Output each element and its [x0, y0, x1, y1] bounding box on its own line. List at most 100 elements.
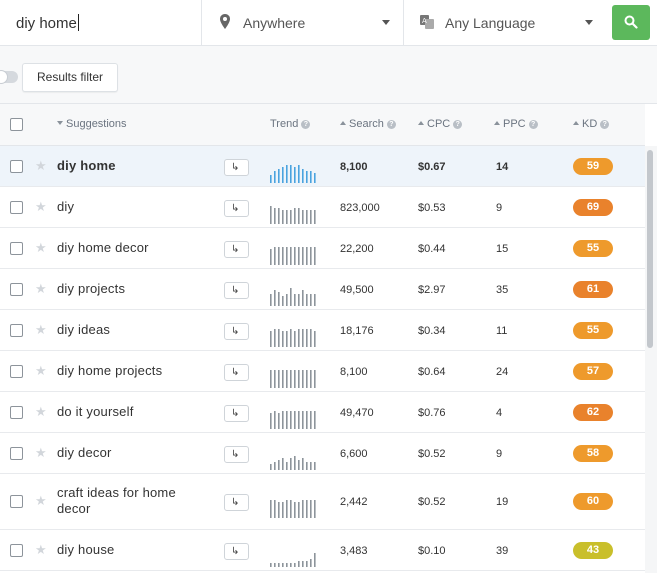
language-select[interactable]: A Any Language [405, 0, 605, 45]
trend-bar [270, 562, 272, 567]
use-keyword-button[interactable]: ↳ [224, 494, 249, 511]
question-icon: ? [301, 120, 311, 129]
use-keyword-button[interactable]: ↳ [224, 199, 249, 217]
star-icon[interactable]: ★ [35, 281, 47, 297]
trend-bar [278, 168, 280, 183]
table-row[interactable]: ★ craft ideas for home decor ↳ 2,442 $0.52 19… [0, 474, 645, 530]
row-checkbox[interactable] [10, 159, 23, 173]
row-checkbox[interactable] [10, 364, 23, 378]
star-icon[interactable]: ★ [35, 158, 47, 174]
use-keyword-button[interactable]: ↳ [224, 322, 249, 340]
trend-bar [278, 246, 280, 265]
table-row[interactable]: ★ diy home ↳ 8,100 $0.67 14 59 [0, 146, 645, 187]
use-keyword-button[interactable]: ↳ [224, 404, 249, 422]
column-header-cpc[interactable]: CPC? [418, 118, 463, 130]
keyword-label[interactable]: do it yourself [57, 404, 207, 420]
row-checkbox[interactable] [10, 323, 23, 337]
use-keyword-button[interactable]: ↳ [224, 445, 249, 463]
kd-badge: 62 [573, 403, 613, 421]
keyword-input[interactable]: diy home [0, 0, 202, 45]
trend-bar [310, 246, 312, 265]
results-filter-button[interactable]: Results filter [22, 63, 118, 92]
star-icon[interactable]: ★ [35, 363, 47, 379]
table-row[interactable]: ★ diy decor ↳ 6,600 $0.52 9 58 [0, 433, 645, 474]
row-checkbox[interactable] [10, 282, 23, 296]
use-keyword-button[interactable]: ↳ [224, 240, 249, 258]
trend-bar [278, 562, 280, 567]
trend-bar [278, 459, 280, 470]
table-row[interactable]: ★ diy home decor ↳ 22,200 $0.44 15 55 [0, 228, 645, 269]
column-header-ppc[interactable]: PPC? [494, 118, 538, 130]
keyword-label[interactable]: diy home decor [57, 240, 207, 256]
trend-bar [270, 500, 272, 518]
use-keyword-button[interactable]: ↳ [224, 363, 249, 381]
use-keyword-button[interactable]: ↳ [224, 281, 249, 299]
keyword-label[interactable]: diy decor [57, 445, 207, 461]
keyword-label[interactable]: craft ideas for home decor [57, 485, 207, 517]
use-keyword-button[interactable]: ↳ [224, 542, 249, 560]
use-keyword-button[interactable]: ↳ [224, 158, 249, 176]
ppc-value: 35 [496, 283, 509, 296]
trend-bar [286, 330, 288, 347]
table-row[interactable]: ★ diy projects ↳ 49,500 $2.97 35 61 [0, 269, 645, 310]
table-row[interactable]: ★ do it yourself ↳ 49,470 $0.76 4 62 [0, 392, 645, 433]
trend-bar [282, 166, 284, 183]
keyword-label[interactable]: diy home [57, 158, 207, 174]
table-row[interactable]: ★ diy house ↳ 3,483 $0.10 39 43 [0, 530, 645, 571]
star-icon[interactable]: ★ [35, 240, 47, 256]
trend-sparkline [270, 552, 316, 567]
star-icon[interactable]: ★ [35, 493, 47, 509]
trend-bar [290, 457, 292, 470]
trend-bar [278, 291, 280, 306]
star-icon[interactable]: ★ [35, 404, 47, 420]
table-row[interactable]: ★ diy ideas ↳ 18,176 $0.34 11 55 [0, 310, 645, 351]
star-icon[interactable]: ★ [35, 445, 47, 461]
keyword-label[interactable]: diy house [57, 542, 207, 558]
kd-badge: 61 [573, 280, 613, 298]
star-icon[interactable]: ★ [35, 199, 47, 215]
row-checkbox[interactable] [10, 241, 23, 255]
keyword-label[interactable]: diy ideas [57, 322, 207, 338]
trend-sparkline [270, 410, 316, 429]
row-checkbox[interactable] [10, 543, 23, 557]
row-checkbox[interactable] [10, 495, 23, 508]
trend-bar [278, 412, 280, 429]
cpc-value: $0.44 [418, 242, 446, 255]
trend-bar [270, 293, 272, 306]
column-header-search[interactable]: Search? [340, 118, 396, 130]
trend-bar [274, 562, 276, 567]
search-volume: 6,600 [340, 447, 368, 460]
star-icon[interactable]: ★ [35, 542, 47, 558]
search-bar: diy home Anywhere A Any Language [0, 0, 657, 46]
column-header-trend[interactable]: Trend? [270, 118, 311, 130]
location-select[interactable]: Anywhere [203, 0, 404, 45]
scrollbar-thumb[interactable] [647, 150, 653, 348]
keyword-label[interactable]: diy home projects [57, 363, 207, 379]
keyword-label[interactable]: diy projects [57, 281, 207, 297]
trend-bar [270, 330, 272, 347]
column-header-suggestions[interactable]: Suggestions [57, 118, 127, 130]
trend-bar [290, 164, 292, 183]
select-all-checkbox[interactable] [10, 118, 23, 131]
trend-bar [290, 500, 292, 518]
search-button[interactable] [612, 5, 650, 40]
table-row[interactable]: ★ diy ↳ 823,000 $0.53 9 69 [0, 187, 645, 228]
ppc-value: 11 [496, 324, 508, 337]
trend-bar [298, 502, 300, 518]
trend-bar [274, 328, 276, 347]
row-checkbox[interactable] [10, 405, 23, 419]
trend-bar [270, 205, 272, 224]
filter-toggle[interactable] [0, 70, 18, 84]
trend-bar [274, 207, 276, 224]
ppc-value: 14 [496, 160, 509, 173]
row-checkbox[interactable] [10, 200, 23, 214]
column-header-kd[interactable]: KD? [573, 118, 610, 130]
row-checkbox[interactable] [10, 446, 23, 460]
star-icon[interactable]: ★ [35, 322, 47, 338]
trend-bar [314, 246, 316, 265]
question-icon: ? [453, 120, 463, 129]
keyword-label[interactable]: diy [57, 199, 207, 215]
trend-sparkline [270, 246, 316, 265]
table-row[interactable]: ★ diy home projects ↳ 8,100 $0.64 24 57 [0, 351, 645, 392]
trend-bar [310, 293, 312, 306]
